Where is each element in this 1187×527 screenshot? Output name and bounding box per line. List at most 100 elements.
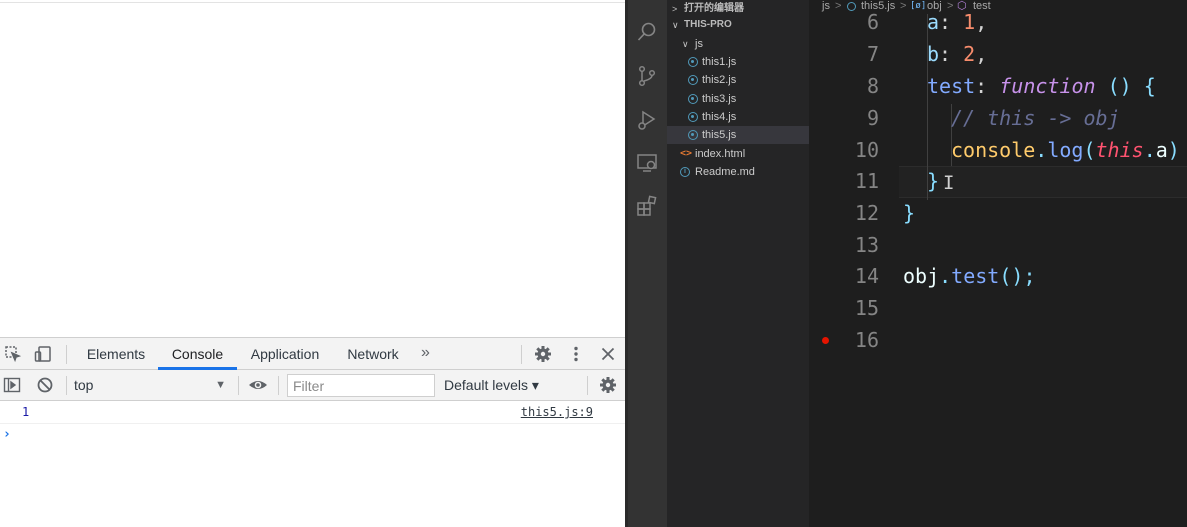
- toolbar-separator: [278, 376, 279, 395]
- sidebar-item-this2[interactable]: this2.js: [667, 71, 809, 89]
- js-file-icon: [688, 112, 698, 122]
- code-line-12: }: [903, 201, 915, 225]
- extensions-icon[interactable]: [636, 195, 658, 217]
- code-token: test: [951, 264, 1000, 288]
- line-number: 16: [854, 328, 879, 352]
- tab-console[interactable]: Console: [158, 338, 237, 370]
- code-line-11: }: [927, 169, 939, 193]
- toolbar-separator: [521, 345, 522, 364]
- devtools-tabbar: Elements Console Application Network »: [0, 337, 627, 370]
- device-toolbar-icon[interactable]: [34, 345, 52, 363]
- chevron-right-icon: >: [900, 0, 907, 12]
- sidebar-item-this3[interactable]: this3.js: [667, 90, 809, 108]
- code-token: 2: [963, 42, 976, 66]
- chevron-down-icon: ∨: [672, 20, 679, 30]
- sidebar-item-this5[interactable]: this5.js: [667, 126, 809, 144]
- code-token: .: [1143, 138, 1156, 162]
- info-file-icon: i: [680, 167, 690, 177]
- file-label: Readme.md: [695, 166, 755, 178]
- clear-console-icon[interactable]: [36, 376, 54, 394]
- console-settings-icon[interactable]: [599, 376, 617, 394]
- log-levels-dropdown[interactable]: Default levels ▾: [444, 376, 539, 395]
- file-label: this1.js: [702, 56, 737, 68]
- code-token: }: [903, 201, 916, 225]
- remote-explorer-icon[interactable]: [636, 152, 658, 174]
- tab-network[interactable]: Network: [339, 338, 407, 370]
- code-token: (: [1083, 138, 1096, 162]
- settings-icon[interactable]: [534, 345, 552, 363]
- kebab-menu-icon[interactable]: [567, 345, 585, 363]
- file-label: this3.js: [702, 93, 737, 105]
- sidebar-item-index-html[interactable]: <> index.html: [667, 145, 809, 163]
- sidebar-item-this4[interactable]: this4.js: [667, 108, 809, 126]
- browser-viewport: Elements Console Application Network » t…: [0, 0, 627, 527]
- chevron-down-icon: ▼: [215, 379, 226, 391]
- code-token: 1: [963, 10, 976, 34]
- close-icon[interactable]: [599, 345, 617, 363]
- code-line-9: // this -> obj: [951, 106, 1120, 130]
- context-value: top: [74, 377, 94, 393]
- text-cursor-icon: I: [943, 172, 955, 194]
- code-line-7: b: 2,: [927, 42, 987, 66]
- line-number: 8: [866, 74, 879, 98]
- code-token: }: [927, 169, 940, 193]
- javascript-context-select[interactable]: top ▼: [74, 376, 230, 395]
- code-token: .: [1035, 138, 1048, 162]
- vscode-window: > 打开的编辑器 ∨ THIS-PRO ∨ js this1.js this2.…: [628, 0, 1187, 527]
- code-line-8: test: function () {: [927, 74, 1156, 98]
- tab-application[interactable]: Application: [243, 338, 327, 370]
- code-line-14: obj.test();: [903, 264, 1035, 288]
- js-file-icon: [688, 75, 698, 85]
- code-editor[interactable]: js > this5.js > [ø] obj > ⬡ test 6 7 8 9…: [809, 0, 1187, 527]
- more-tabs-button[interactable]: »: [421, 338, 430, 370]
- source-control-icon[interactable]: [636, 65, 658, 87]
- code-token: function: [999, 74, 1096, 98]
- code-token: .: [939, 264, 952, 288]
- toolbar-separator: [66, 376, 67, 395]
- explorer-sidebar: > 打开的编辑器 ∨ THIS-PRO ∨ js this1.js this2.…: [667, 0, 809, 527]
- file-label: index.html: [695, 148, 746, 160]
- js-file-icon: [688, 94, 698, 104]
- project-section[interactable]: ∨ THIS-PRO: [667, 16, 809, 34]
- code-token: ,: [975, 42, 988, 66]
- sidebar-toggle-icon[interactable]: [3, 376, 21, 394]
- line-number: 13: [854, 233, 879, 257]
- code-token: :: [939, 42, 964, 66]
- code-token: this: [1095, 138, 1144, 162]
- console-filter-input[interactable]: [287, 374, 435, 397]
- console-prompt[interactable]: ›: [3, 427, 11, 442]
- console-output: 1 this5.js:9 ›: [0, 401, 627, 527]
- line-number: 11: [854, 169, 879, 193]
- inspect-element-icon[interactable]: [4, 345, 22, 363]
- js-file-icon: [688, 57, 698, 67]
- code-token: :: [939, 10, 964, 34]
- code-token: :: [975, 74, 1000, 98]
- code-token: a: [927, 10, 940, 34]
- project-label: THIS-PRO: [684, 19, 732, 30]
- tab-elements[interactable]: Elements: [80, 338, 152, 370]
- chevron-down-icon: ∨: [682, 39, 689, 49]
- toolbar-separator: [587, 376, 588, 395]
- code-token: {: [1131, 74, 1156, 98]
- code-line-10: console.log(this.a): [951, 138, 1180, 162]
- console-log-value: 1: [22, 405, 30, 419]
- code-token: a: [1155, 138, 1168, 162]
- line-number: 15: [854, 296, 879, 320]
- line-number: 10: [854, 138, 879, 162]
- line-number: 7: [866, 42, 879, 66]
- eye-icon[interactable]: [248, 376, 267, 394]
- html-file-icon: <>: [680, 148, 693, 159]
- sidebar-item-readme[interactable]: i Readme.md: [667, 163, 809, 181]
- file-label: this2.js: [702, 74, 737, 86]
- sidebar-item-this1[interactable]: this1.js: [667, 53, 809, 71]
- search-icon[interactable]: [636, 21, 658, 43]
- line-number: 9: [866, 106, 879, 130]
- console-source-link[interactable]: this5.js:9: [521, 405, 593, 419]
- devtools-panel: Elements Console Application Network » t…: [0, 337, 627, 527]
- sidebar-item-js-folder[interactable]: ∨ js: [667, 35, 809, 53]
- run-debug-icon[interactable]: [636, 109, 658, 131]
- file-label: this5.js: [702, 129, 737, 141]
- code-line-6: a: 1,: [927, 10, 987, 34]
- code-token: ,: [975, 10, 988, 34]
- line-number: 12: [854, 201, 879, 225]
